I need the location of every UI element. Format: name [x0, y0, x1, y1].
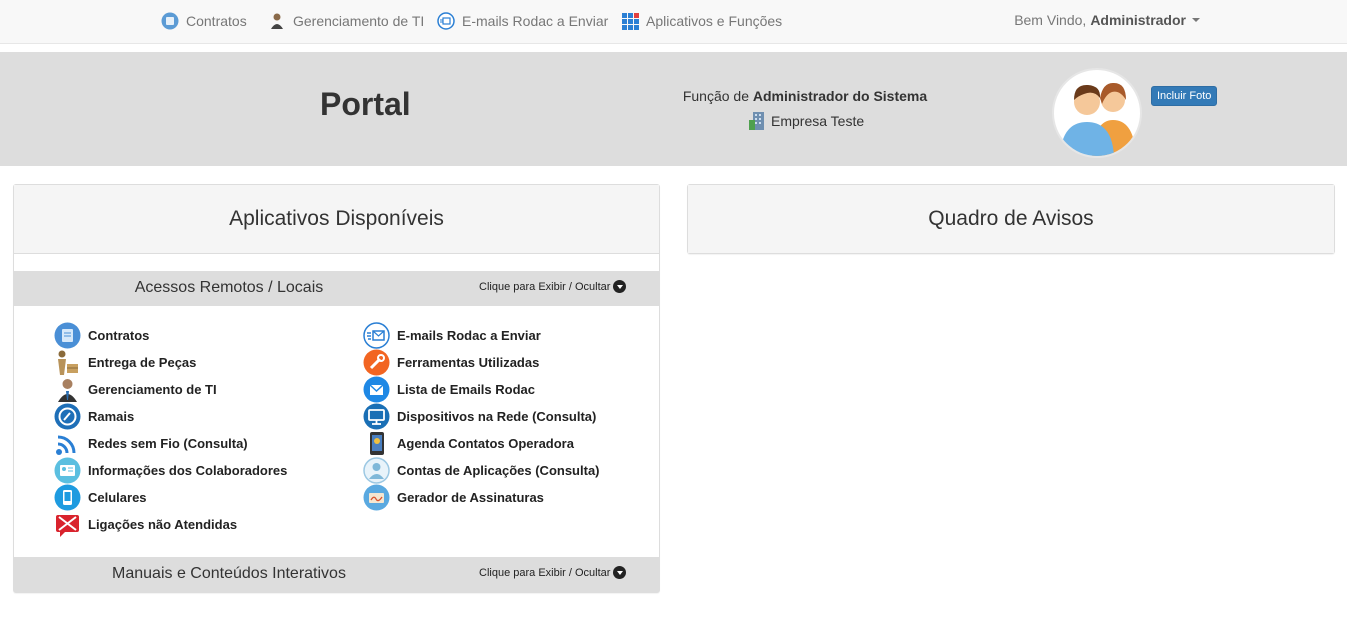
notices-panel-title: Quadro de Avisos	[688, 185, 1334, 253]
contacts-book-icon	[363, 430, 390, 457]
app-label: Gerador de Assinaturas	[397, 490, 544, 505]
it-manager-icon	[54, 376, 81, 403]
nav-emails-rodac[interactable]: E-mails Rodac a Enviar	[437, 11, 608, 31]
app-label: Contas de Aplicações (Consulta)	[397, 463, 600, 478]
app-agenda-contatos[interactable]: Agenda Contatos Operadora	[363, 430, 600, 457]
caret-down-icon	[1192, 18, 1200, 22]
app-emails-rodac-enviar[interactable]: E-mails Rodac a Enviar	[363, 322, 600, 349]
app-celulares[interactable]: Celulares	[54, 484, 287, 511]
email-send-icon	[363, 322, 390, 349]
it-manager-icon	[268, 12, 286, 30]
mobile-icon	[54, 484, 81, 511]
apps-panel: Aplicativos Disponíveis Acessos Remotos …	[13, 184, 660, 593]
email-send-icon	[437, 12, 455, 30]
app-lista-emails-rodac[interactable]: Lista de Emails Rodac	[363, 376, 600, 403]
chevron-down-circle-icon	[613, 280, 627, 293]
app-label: Ramais	[88, 409, 135, 424]
app-label: E-mails Rodac a Enviar	[397, 328, 541, 343]
add-photo-button[interactable]: Incluir Foto	[1151, 86, 1218, 106]
signature-icon	[363, 484, 390, 511]
company-name: Empresa Teste	[771, 113, 865, 129]
app-label: Gerenciamento de TI	[88, 382, 217, 397]
app-label: Redes sem Fio (Consulta)	[88, 436, 248, 451]
chevron-down-circle-icon	[613, 566, 627, 579]
delivery-icon	[54, 349, 81, 376]
section-remote-access-title: Acessos Remotos / Locais	[134, 279, 324, 296]
contracts-icon	[54, 322, 81, 349]
app-informacoes-colaboradores[interactable]: Informações dos Colaboradores	[54, 457, 287, 484]
function-prefix: Função de	[682, 88, 749, 104]
user-name: Administrador	[1090, 12, 1186, 28]
app-contratos[interactable]: Contratos	[54, 322, 287, 349]
notices-panel: Quadro de Avisos	[687, 184, 1335, 254]
app-ramais[interactable]: Ramais	[54, 403, 287, 430]
app-gerador-assinaturas[interactable]: Gerador de Assinaturas	[363, 484, 600, 511]
page-title: Portal	[320, 86, 411, 122]
building-icon	[746, 110, 768, 132]
app-label: Informações dos Colaboradores	[88, 463, 288, 478]
welcome-text: Bem Vindo,	[1014, 12, 1087, 28]
nav-gerenciamento-ti[interactable]: Gerenciamento de TI	[268, 11, 424, 31]
apps-panel-title: Aplicativos Disponíveis	[14, 185, 659, 254]
app-label: Ferramentas Utilizadas	[397, 355, 540, 370]
app-label: Agenda Contatos Operadora	[397, 436, 574, 451]
app-contas-aplicacoes[interactable]: Contas de Aplicações (Consulta)	[363, 457, 600, 484]
user-dropdown[interactable]: Bem Vindo, Administrador	[1014, 12, 1200, 28]
avatar	[1052, 68, 1142, 158]
nav-aplicativos-funcoes[interactable]: Aplicativos e Funções	[621, 11, 782, 31]
app-ferramentas-utilizadas[interactable]: Ferramentas Utilizadas	[363, 349, 600, 376]
company-info: Empresa Teste	[746, 110, 864, 132]
user-account-icon	[363, 457, 390, 484]
toggle-label: Clique para Exibir / Ocultar	[479, 280, 611, 293]
top-navbar: Contratos Gerenciamento de TI E-mails Ro…	[0, 0, 1347, 44]
apps-grid-icon	[621, 12, 639, 30]
app-dispositivos-rede[interactable]: Dispositivos na Rede (Consulta)	[363, 403, 600, 430]
missed-call-icon	[54, 511, 81, 538]
section-manuals-title: Manuais e Conteúdos Interativos	[112, 565, 346, 582]
app-label: Lista de Emails Rodac	[397, 382, 535, 397]
profile-header: Portal Função de Administrador do Sistem…	[0, 52, 1347, 166]
nav-contratos[interactable]: Contratos	[161, 11, 247, 31]
id-card-icon	[54, 457, 81, 484]
app-redes-sem-fio[interactable]: Redes sem Fio (Consulta)	[54, 430, 287, 457]
tools-icon	[363, 349, 390, 376]
phone-icon	[54, 403, 81, 430]
wifi-icon	[54, 430, 81, 457]
app-gerenciamento-ti[interactable]: Gerenciamento de TI	[54, 376, 287, 403]
app-ligacoes-nao-atendidas[interactable]: Ligações não Atendidas	[54, 511, 287, 538]
nav-gerenciamento-ti-label: Gerenciamento de TI	[293, 13, 425, 29]
user-function: Função de Administrador do Sistema	[640, 88, 970, 104]
app-label: Dispositivos na Rede (Consulta)	[397, 409, 597, 424]
section-remote-access: Acessos Remotos / Locais Clique para Exi…	[14, 271, 659, 306]
apps-list-right: E-mails Rodac a Enviar Ferramentas Utili…	[363, 322, 600, 511]
nav-contratos-label: Contratos	[186, 13, 247, 29]
apps-list-left: Contratos Entrega de Peças Gerenciamento…	[54, 322, 287, 538]
nav-aplicativos-funcoes-label: Aplicativos e Funções	[646, 13, 783, 29]
app-label: Contratos	[88, 328, 150, 343]
section-remote-access-toggle[interactable]: Clique para Exibir / Ocultar	[479, 280, 627, 293]
app-label: Ligações não Atendidas	[88, 517, 238, 532]
app-entrega-pecas[interactable]: Entrega de Peças	[54, 349, 287, 376]
email-list-icon	[363, 376, 390, 403]
nav-emails-rodac-label: E-mails Rodac a Enviar	[462, 13, 609, 29]
network-device-icon	[363, 403, 390, 430]
section-manuals-toggle[interactable]: Clique para Exibir / Ocultar	[479, 566, 627, 579]
toggle-label: Clique para Exibir / Ocultar	[479, 566, 611, 579]
app-label: Entrega de Peças	[88, 355, 197, 370]
app-label: Celulares	[88, 490, 147, 505]
section-manuals: Manuais e Conteúdos Interativos Clique p…	[14, 557, 659, 592]
function-name: Administrador do Sistema	[752, 88, 928, 104]
contracts-icon	[161, 12, 179, 30]
